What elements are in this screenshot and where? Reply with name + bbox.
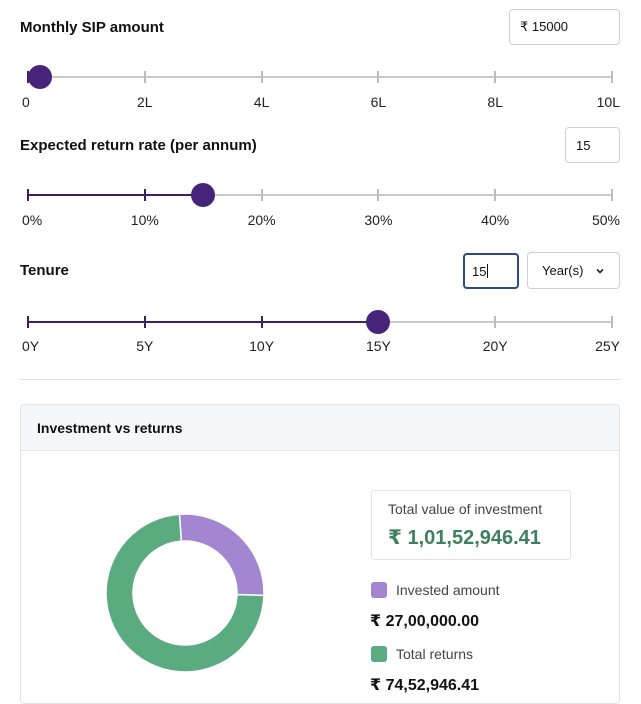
rate-label: Expected return rate (per annum) [20,137,257,154]
tenure-slider-tick [611,316,613,328]
tenure-tick-label: 5Y [136,338,154,354]
tenure-tick-label: 20Y [482,338,508,354]
legend-invested: Invested amount [371,582,500,598]
rate-slider-tick [143,189,146,201]
tenure-slider-tick [27,316,29,328]
sip-tick-label: 8L [487,94,503,110]
sip-slider[interactable] [27,65,613,89]
tenure-slider-tick [494,316,497,328]
tenure-tick-label: 0Y [22,338,40,354]
sip-tick-label: 2L [137,94,153,110]
sip-slider-tick [494,71,497,83]
sip-slider-thumb[interactable] [28,65,53,89]
sip-slider-tick [377,71,380,83]
rate-tick-label: 10% [130,212,159,228]
chevron-down-icon [596,268,604,274]
tenure-unit-value: Year(s) [542,263,584,278]
rate-slider[interactable] [27,183,613,207]
invested-label: Invested amount [396,582,500,598]
invested-amount: ₹ 27,00,000.00 [370,613,479,630]
rate-slider-tick [27,189,29,201]
returns-label: Total returns [396,646,474,662]
sip-tick-label: 4L [253,94,270,110]
tenure-input-value: 15 [472,263,487,279]
text-caret [487,264,489,278]
tenure-slider-tick [260,316,263,328]
sip-slider-tick [260,71,263,83]
total-value-box: Total value of investment ₹ 1,01,52,946.… [371,490,571,560]
sip-tick-label: 6L [370,94,387,110]
rate-tick-label: 0% [22,212,43,228]
sip-amount-input[interactable]: ₹ 15000 [509,9,620,45]
results-card: Investment vs returns Total value of inv… [20,404,620,704]
tenure-slider-fill [28,321,379,323]
donut-slice-invested [178,513,265,597]
rate-tick-label: 20% [247,212,276,228]
results-card-title: Investment vs returns [21,405,619,451]
tenure-unit-select[interactable]: Year(s) [527,252,620,289]
tenure-tick-label: 25Y [595,338,620,354]
tenure-tick-label: 10Y [249,338,275,354]
tenure-label: Tenure [20,262,69,279]
legend-returns: Total returns [371,646,473,662]
sip-tick-label: 10L [596,94,620,110]
sip-label: Monthly SIP amount [20,19,164,36]
investment-donut-chart [105,513,265,673]
section-divider [20,379,620,380]
rate-slider-tick [611,189,613,201]
rate-slider-fill [28,194,204,196]
rate-tick-label: 30% [364,212,393,228]
total-value-label: Total value of investment [388,501,543,517]
tenure-tick-label: 15Y [365,338,391,354]
rate-tick-label: 50% [591,212,620,228]
tenure-slider-tick [143,316,146,328]
rate-slider-tick [494,189,497,201]
sip-slider-tick [143,71,146,83]
total-value-amount: ₹ 1,01,52,946.41 [388,527,541,549]
tenure-slider[interactable] [27,310,613,334]
tenure-slider-thumb[interactable] [366,310,391,334]
sip-slider-tick [611,71,613,83]
invested-swatch [371,582,387,598]
rate-slider-tick [377,189,380,201]
returns-amount: ₹ 74,52,946.41 [370,677,479,694]
rate-input[interactable]: 15 [565,127,620,163]
returns-swatch [371,646,387,662]
sip-tick-label: 0 [22,94,30,110]
tenure-input[interactable]: 15 [463,253,519,289]
rate-slider-tick [260,189,263,201]
rate-slider-thumb[interactable] [191,183,216,207]
rate-tick-label: 40% [481,212,510,228]
